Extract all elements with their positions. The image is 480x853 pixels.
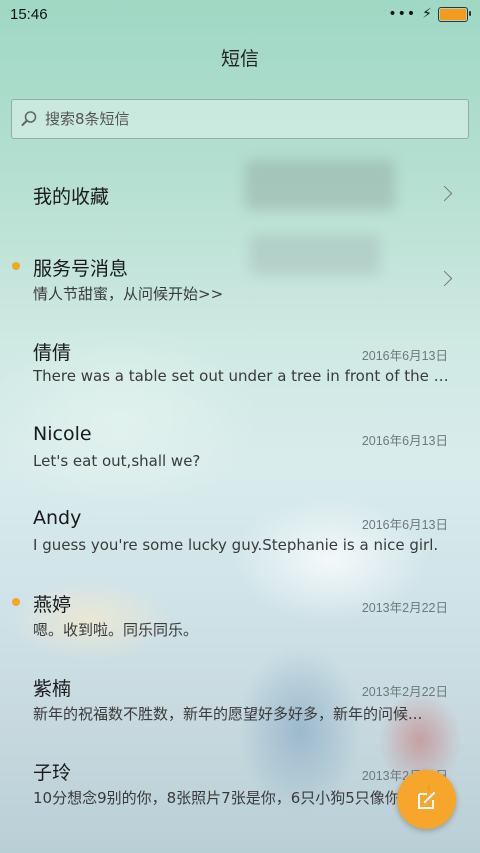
compose-button[interactable] <box>397 770 456 829</box>
service-title: 服务号消息 <box>33 258 129 280</box>
favorites-label: 我的收藏 <box>33 186 110 208</box>
chevron-right-icon <box>436 185 453 202</box>
service-messages-row[interactable]: 服务号消息 情人节甜蜜，从问候开始>> <box>0 245 480 315</box>
conversation-row[interactable]: 燕婷 2013年2月22日 嗯。收到啦。同乐同乐。 <box>0 582 480 662</box>
favorites-row[interactable]: 我的收藏 <box>0 160 480 230</box>
status-time: 15:46 <box>10 5 48 23</box>
conversation-preview: 嗯。收到啦。同乐同乐。 <box>33 621 199 639</box>
battery-level-fill <box>440 8 466 20</box>
search-icon <box>21 111 37 126</box>
unread-dot-icon <box>12 598 20 606</box>
conversation-row[interactable]: 倩倩 2016年6月13日 There was a table set out … <box>0 330 480 410</box>
conversation-row[interactable]: Andy 2016年6月13日 I guess you're some luck… <box>0 499 480 579</box>
compose-icon <box>417 791 435 809</box>
conversation-name: 燕婷 <box>33 594 72 616</box>
conversation-name: Andy <box>33 507 82 529</box>
unread-dot-icon <box>12 262 20 270</box>
search-box[interactable] <box>11 99 469 139</box>
conversation-name: 子玲 <box>33 762 72 784</box>
status-icons: ••• ⚡ <box>388 6 471 22</box>
conversation-preview: I guess you're some lucky guy.Stephanie … <box>33 536 439 554</box>
conversation-preview: 新年的祝福数不胜数，新年的愿望好多好多，新年的问候... <box>33 705 423 723</box>
conversation-row[interactable]: Nicole 2016年6月13日 Let's eat out,shall we… <box>0 415 480 495</box>
charging-bolt-icon: ⚡ <box>422 6 432 22</box>
conversation-preview: 10分想念9别的你，8张照片7张是你，6只小狗5只像你 <box>33 789 400 807</box>
conversation-name: 紫楠 <box>33 678 72 700</box>
search-input[interactable] <box>43 109 427 129</box>
conversation-date: 2016年6月13日 <box>361 349 448 363</box>
conversation-preview: There was a table set out under a tree i… <box>33 367 449 385</box>
battery-icon <box>438 6 471 22</box>
conversation-date: 2013年2月22日 <box>361 685 448 699</box>
more-dots-icon: ••• <box>388 6 417 22</box>
conversation-name: Nicole <box>33 423 92 445</box>
conversation-row[interactable]: 紫楠 2013年2月22日 新年的祝福数不胜数，新年的愿望好多好多，新年的问候.… <box>0 666 480 746</box>
conversation-date: 2016年6月13日 <box>361 434 448 448</box>
conversation-name: 倩倩 <box>33 342 72 364</box>
conversation-preview: Let's eat out,shall we? <box>33 452 201 470</box>
service-subtitle: 情人节甜蜜，从问候开始>> <box>33 285 224 303</box>
conversation-date: 2016年6月13日 <box>361 518 448 532</box>
conversation-date: 2013年2月22日 <box>361 601 448 615</box>
status-bar: 15:46 ••• ⚡ <box>0 0 480 28</box>
page-title: 短信 <box>220 48 259 70</box>
